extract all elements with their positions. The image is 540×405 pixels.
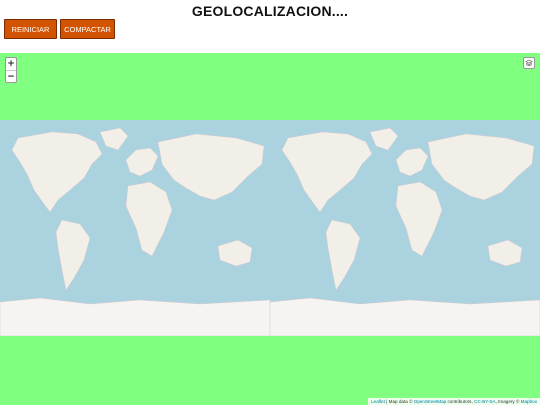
- attribution-contributors: contributors,: [447, 399, 473, 404]
- openstreetmap-link[interactable]: OpenStreetMap: [414, 399, 446, 404]
- reset-button[interactable]: REINICIAR: [4, 19, 57, 39]
- map-attribution: Leaflet | Map data © OpenStreetMap contr…: [368, 398, 540, 405]
- page-title: GEOLOCALIZACION....: [191, 3, 349, 19]
- attribution-map-data: | Map data ©: [386, 399, 413, 404]
- world-map-tiles[interactable]: [0, 120, 540, 336]
- zoom-control: + −: [5, 57, 17, 83]
- layers-control[interactable]: [523, 57, 535, 69]
- license-link[interactable]: CC-BY-SA: [474, 399, 496, 404]
- compact-button[interactable]: COMPACTAR: [60, 19, 115, 39]
- leaflet-link[interactable]: Leaflet: [371, 399, 385, 404]
- zoom-out-button[interactable]: −: [6, 71, 16, 83]
- layers-icon: [525, 59, 533, 67]
- zoom-in-button[interactable]: +: [6, 58, 16, 71]
- attribution-imagery: , Imagery ©: [495, 399, 520, 404]
- map-view[interactable]: + − Leaflet | Map data © OpenStreetMap c…: [0, 53, 540, 405]
- mapbox-link[interactable]: Mapbox: [521, 399, 537, 404]
